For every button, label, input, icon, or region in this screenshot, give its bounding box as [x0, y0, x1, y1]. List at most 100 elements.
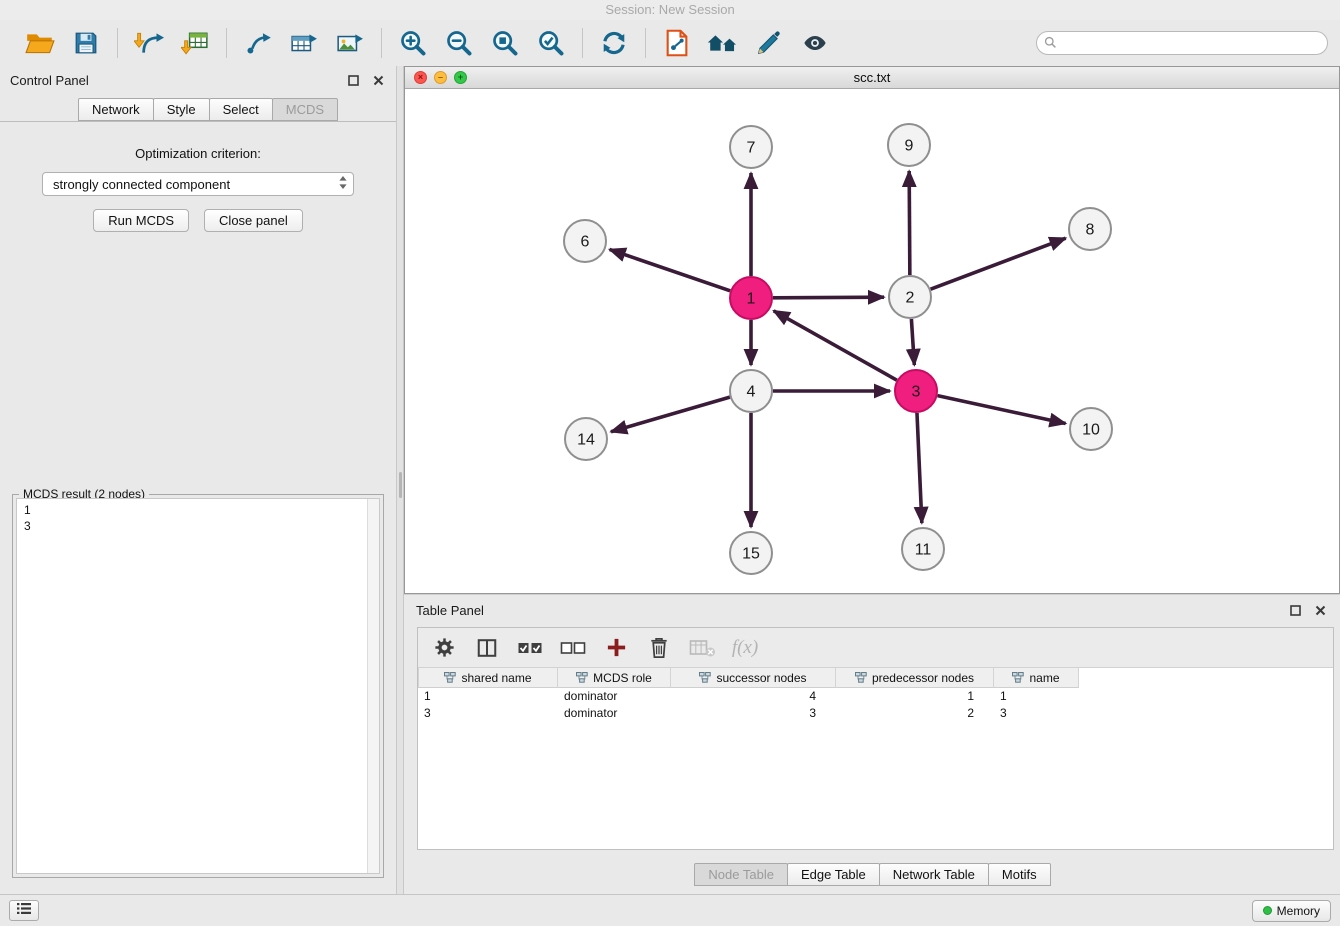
table-row[interactable]: 3dominator323 [418, 705, 1333, 722]
column-header-MCDS-role[interactable]: MCDS role [558, 668, 671, 688]
edge-2-9[interactable] [909, 171, 910, 275]
network-graph-svg[interactable]: 7 9 6 8 1 2 4 3 14 10 15 11 [405, 89, 1339, 593]
zoom-fit-button[interactable] [486, 24, 524, 62]
node-15[interactable]: 15 [730, 532, 772, 574]
memory-button[interactable]: Memory [1252, 900, 1331, 922]
memory-label: Memory [1277, 904, 1320, 918]
delete-column-button[interactable] [645, 634, 673, 662]
select-all-checks-icon [517, 638, 544, 658]
show-hide-icon [800, 30, 830, 56]
delete-table-icon [689, 638, 716, 658]
minimize-window-icon[interactable]: – [434, 71, 447, 84]
main-toolbar-groups [12, 24, 843, 62]
delete-column-icon [649, 636, 669, 659]
run-mcds-button[interactable]: Run MCDS [93, 209, 189, 232]
node-3[interactable]: 3 [895, 370, 937, 412]
edge-1-6[interactable] [610, 249, 731, 290]
export-image-icon [336, 30, 364, 56]
tab-mcds[interactable]: MCDS [272, 98, 338, 121]
tab-motifs[interactable]: Motifs [988, 863, 1051, 886]
refresh-layout-button[interactable] [595, 24, 633, 62]
node-7[interactable]: 7 [730, 126, 772, 168]
toolbar-group [121, 24, 223, 62]
save-session-icon [73, 30, 99, 56]
criterion-dropdown[interactable]: strongly connected component [42, 172, 354, 196]
close-panel-icon[interactable] [371, 73, 386, 88]
node-9[interactable]: 9 [888, 124, 930, 166]
open-session-button[interactable] [21, 24, 59, 62]
table-body[interactable]: 1dominator4113dominator323 [418, 688, 1333, 849]
mcds-panel-body: Optimization criterion: strongly connect… [0, 122, 396, 232]
show-hide-button[interactable] [796, 24, 834, 62]
close-table-panel-icon[interactable] [1313, 603, 1328, 618]
toolbar-separator [582, 28, 583, 58]
clear-all-checks-button[interactable] [559, 634, 587, 662]
graphics-details-button[interactable] [704, 24, 742, 62]
edge-1-2[interactable] [773, 297, 884, 298]
node-14[interactable]: 14 [565, 418, 607, 460]
edge-2-8[interactable] [931, 238, 1066, 289]
zoom-selected-button[interactable] [532, 24, 570, 62]
edge-3-11[interactable] [917, 413, 922, 523]
column-visibility-button[interactable] [473, 634, 501, 662]
export-image-button[interactable] [331, 24, 369, 62]
select-all-checks-button[interactable] [516, 634, 544, 662]
tab-network[interactable]: Network [78, 98, 154, 121]
result-scrollbar[interactable] [367, 499, 379, 873]
zoom-in-button[interactable] [394, 24, 432, 62]
tab-style[interactable]: Style [153, 98, 210, 121]
edge-3-1[interactable] [774, 311, 897, 380]
first-neighbors-button[interactable] [658, 24, 696, 62]
splitter-handle[interactable] [399, 472, 402, 498]
save-session-button[interactable] [67, 24, 105, 62]
column-header-predecessor-nodes[interactable]: predecessor nodes [836, 668, 994, 688]
application-window: Session: New Session Control Panel Netwo… [0, 0, 1340, 926]
export-table-button[interactable] [285, 24, 323, 62]
import-network-from-file-button[interactable] [130, 24, 168, 62]
mcds-result-box: MCDS result (2 nodes) 13 [12, 494, 384, 878]
tab-network-table[interactable]: Network Table [879, 863, 989, 886]
close-panel-button[interactable]: Close panel [204, 209, 303, 232]
panel-list-button[interactable] [9, 900, 39, 921]
node-6[interactable]: 6 [564, 220, 606, 262]
tab-edge-table[interactable]: Edge Table [787, 863, 880, 886]
control-panel-title: Control Panel [10, 73, 89, 88]
node-10[interactable]: 10 [1070, 408, 1112, 450]
tab-select[interactable]: Select [209, 98, 273, 121]
table-cell: 3 [418, 705, 558, 722]
table-settings-gear-button[interactable] [430, 634, 458, 662]
close-window-icon[interactable]: × [414, 71, 427, 84]
network-canvas[interactable]: 7 9 6 8 1 2 4 3 14 10 15 11 [405, 89, 1339, 593]
add-column-button[interactable] [602, 634, 630, 662]
mcds-result-lines[interactable]: 13 [17, 499, 367, 873]
edge-2-3[interactable] [911, 319, 914, 365]
column-header-successor-nodes[interactable]: successor nodes [671, 668, 836, 688]
float-panel-icon[interactable] [346, 73, 361, 88]
column-header-name[interactable]: name [994, 668, 1079, 688]
control-panel-window-buttons [346, 73, 386, 88]
clear-all-checks-icon [560, 638, 587, 658]
node-2[interactable]: 2 [889, 276, 931, 318]
zoom-out-button[interactable] [440, 24, 478, 62]
node-1[interactable]: 1 [730, 277, 772, 319]
annotation-pen-button[interactable] [750, 24, 788, 62]
svg-text:3: 3 [912, 384, 921, 401]
node-8[interactable]: 8 [1069, 208, 1111, 250]
node-11[interactable]: 11 [902, 528, 944, 570]
float-table-panel-icon[interactable] [1288, 603, 1303, 618]
zoom-window-icon[interactable]: + [454, 71, 467, 84]
edge-4-14[interactable] [611, 397, 730, 432]
edge-3-10[interactable] [937, 396, 1065, 424]
table-row[interactable]: 1dominator411 [418, 688, 1333, 705]
toolbar-group [586, 24, 642, 62]
panel-splitter[interactable] [396, 66, 404, 894]
tab-node-table[interactable]: Node Table [694, 863, 788, 886]
import-table-from-file-button[interactable] [176, 24, 214, 62]
network-window-titlebar[interactable]: scc.txt × – + [405, 67, 1339, 89]
new-network-button[interactable] [239, 24, 277, 62]
column-header-shared-name[interactable]: shared name [418, 668, 558, 688]
search-input[interactable] [1036, 31, 1328, 55]
node-4[interactable]: 4 [730, 370, 772, 412]
function-builder-button: f(x) [731, 634, 759, 662]
control-panel-header: Control Panel [0, 66, 396, 94]
